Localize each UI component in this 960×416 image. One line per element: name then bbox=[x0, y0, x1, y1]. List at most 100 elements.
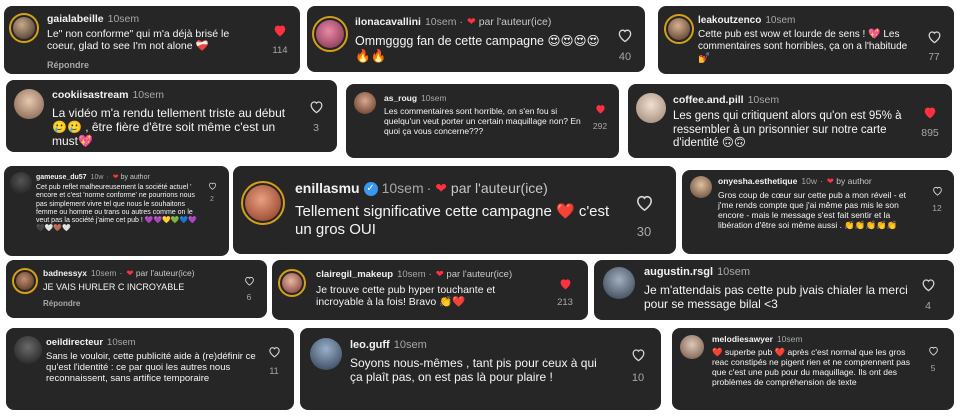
avatar[interactable] bbox=[241, 181, 285, 225]
comment-header: leo.guff 10sem bbox=[350, 339, 427, 351]
avatar[interactable] bbox=[14, 336, 42, 364]
comment-card: ilonacavallini 10sem · ❤ par l'auteur(ice) … bbox=[307, 6, 645, 72]
username[interactable]: onyesha.esthetique bbox=[718, 176, 797, 186]
heart-outline-icon[interactable] bbox=[208, 182, 217, 190]
like-button[interactable]: 292 bbox=[586, 104, 614, 131]
author-liked-badge: ❤ by author bbox=[826, 176, 872, 186]
timestamp: 10sem bbox=[90, 268, 117, 278]
like-button[interactable]: 77 bbox=[920, 30, 948, 63]
like-count: 2 bbox=[210, 196, 214, 203]
avatar[interactable] bbox=[312, 16, 348, 52]
comment-header: clairegil_makeup 10sem · ❤ par l'auteur(ice… bbox=[316, 269, 513, 280]
like-count: 3 bbox=[313, 122, 319, 134]
timestamp: 10sem bbox=[765, 15, 796, 26]
heart-outline-icon[interactable] bbox=[932, 186, 943, 196]
comment-header: badnessyx 10sem · ❤ par l'auteur(ice) bbox=[43, 268, 195, 278]
like-button[interactable]: 895 bbox=[916, 106, 944, 139]
comment-text: La vidéo m'a rendu tellement triste au d… bbox=[52, 106, 286, 149]
heart-outline-icon[interactable] bbox=[928, 346, 939, 356]
comment-text: Les gens qui critiquent alors qu'on est … bbox=[673, 110, 902, 150]
like-button[interactable]: 6 bbox=[238, 276, 260, 302]
comment-text: Les commentaires sont horrible, on s'en … bbox=[384, 106, 581, 137]
avatar[interactable] bbox=[12, 268, 38, 294]
like-button[interactable]: 213 bbox=[551, 278, 579, 308]
comment-card: coffee.and.pill 10sem Les gens qui critiq… bbox=[628, 84, 952, 158]
reply-button[interactable]: Répondre bbox=[47, 60, 89, 70]
username[interactable]: melodiesawyer bbox=[712, 334, 773, 344]
like-button[interactable]: 11 bbox=[260, 346, 288, 376]
comment-text: Sans le vouloir, cette publicité aide à … bbox=[46, 351, 256, 385]
like-count: 12 bbox=[932, 203, 942, 213]
comment-card: augustin.rsgl 10sem Je m'attendais pas ce… bbox=[594, 260, 954, 320]
heart-filled-icon[interactable] bbox=[923, 106, 937, 119]
comment-card: cookiisastream 10sem La vidéo m'a rendu t… bbox=[6, 80, 337, 152]
avatar[interactable] bbox=[636, 93, 666, 123]
heart-filled-icon[interactable] bbox=[595, 104, 606, 114]
username[interactable]: enillasmu bbox=[295, 180, 360, 196]
username[interactable]: leo.guff bbox=[350, 339, 390, 351]
reply-button[interactable]: Répondre bbox=[43, 299, 80, 308]
heart-outline-icon[interactable] bbox=[617, 28, 633, 43]
timestamp: 10sem bbox=[776, 334, 803, 344]
like-count: 11 bbox=[269, 366, 279, 376]
username[interactable]: as_roug bbox=[384, 93, 417, 103]
avatar[interactable] bbox=[680, 335, 704, 359]
heart-outline-icon[interactable] bbox=[244, 276, 255, 286]
avatar[interactable] bbox=[690, 176, 712, 198]
like-count: 6 bbox=[246, 292, 252, 302]
comment-text: ❤️ superbe pub ❤️ après c'est normal que… bbox=[712, 347, 910, 388]
comment-text: Cet pub reflet malheureusement la sociét… bbox=[36, 184, 198, 233]
comment-card: as_roug 10sem Les commentaires sont horri… bbox=[346, 84, 619, 158]
heart-outline-icon[interactable] bbox=[631, 348, 646, 362]
comment-card: oeildirecteur 10sem Sans le vouloir, cett… bbox=[6, 328, 294, 410]
avatar[interactable] bbox=[310, 338, 342, 370]
username[interactable]: clairegil_makeup bbox=[316, 269, 393, 280]
heart-outline-icon[interactable] bbox=[635, 194, 654, 212]
comment-text: Gros coup de cœur sur cette pub a mon ré… bbox=[718, 190, 907, 231]
heart-outline-icon[interactable] bbox=[921, 278, 936, 292]
like-count: 77 bbox=[928, 52, 940, 63]
username[interactable]: badnessyx bbox=[43, 268, 87, 278]
comment-header: onyesha.esthetique 10w · ❤ by author bbox=[718, 176, 872, 186]
comment-text: Ommgggg fan de cette campagne 😍😍😍😍🔥🔥 bbox=[355, 34, 600, 63]
like-count: 5 bbox=[930, 363, 936, 373]
avatar[interactable] bbox=[278, 269, 306, 297]
comment-header: coffee.and.pill 10sem bbox=[673, 94, 779, 106]
like-button[interactable]: 30 bbox=[629, 194, 659, 239]
heart-filled-icon[interactable] bbox=[273, 24, 287, 37]
like-count: 30 bbox=[636, 224, 652, 239]
like-button[interactable]: 40 bbox=[611, 28, 639, 63]
like-button[interactable]: 10 bbox=[624, 348, 652, 384]
comment-card: enillasmu ✓ 10sem · ❤ par l'auteur(ice) Tell… bbox=[233, 166, 676, 254]
username[interactable]: augustin.rsgl bbox=[644, 266, 713, 278]
username[interactable]: cookiisastream bbox=[52, 89, 128, 101]
like-count: 10 bbox=[631, 372, 645, 384]
like-button[interactable]: 12 bbox=[926, 186, 948, 213]
username[interactable]: coffee.and.pill bbox=[673, 94, 744, 106]
like-button[interactable]: 2 bbox=[202, 182, 222, 203]
comment-card: badnessyx 10sem · ❤ par l'auteur(ice) JE VA… bbox=[6, 260, 267, 318]
username[interactable]: gameuse_du57 bbox=[36, 174, 87, 181]
like-button[interactable]: 3 bbox=[302, 100, 330, 134]
heart-filled-icon[interactable] bbox=[559, 278, 572, 290]
avatar[interactable] bbox=[14, 89, 44, 119]
heart-outline-icon[interactable] bbox=[309, 100, 324, 114]
avatar[interactable] bbox=[354, 92, 376, 114]
username[interactable]: gaialabeille bbox=[47, 13, 104, 25]
avatar[interactable] bbox=[9, 13, 39, 43]
verified-badge-icon: ✓ bbox=[363, 182, 378, 197]
heart-outline-icon[interactable] bbox=[268, 346, 281, 358]
heart-outline-icon[interactable] bbox=[927, 30, 942, 44]
heart-icon: ❤ bbox=[126, 268, 134, 278]
username[interactable]: ilonacavallini bbox=[355, 16, 421, 28]
username[interactable]: oeildirecteur bbox=[46, 337, 103, 348]
avatar[interactable] bbox=[603, 267, 635, 299]
like-button[interactable]: 5 bbox=[922, 346, 944, 373]
comment-header: augustin.rsgl 10sem bbox=[644, 266, 750, 278]
avatar[interactable] bbox=[664, 14, 694, 44]
like-button[interactable]: 114 bbox=[266, 24, 294, 56]
like-button[interactable]: 4 bbox=[914, 278, 942, 312]
heart-icon: ❤ bbox=[466, 16, 476, 28]
avatar[interactable] bbox=[10, 172, 32, 194]
username[interactable]: leakoutzenco bbox=[698, 15, 761, 26]
